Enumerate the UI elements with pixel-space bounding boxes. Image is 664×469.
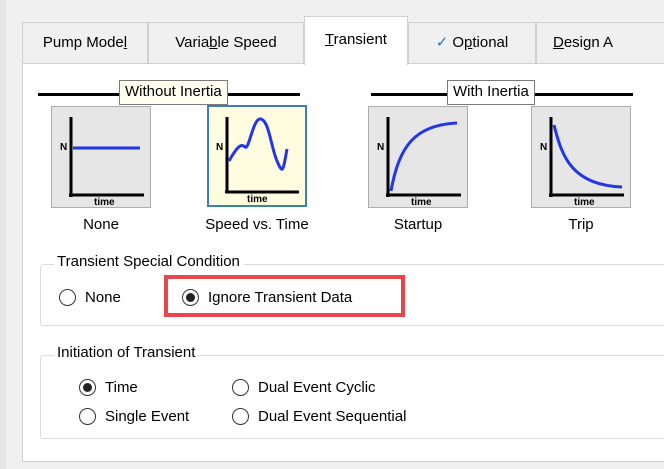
tab-variable-speed[interactable]: Variable Speed	[148, 22, 304, 63]
radio-unchecked-icon	[79, 407, 96, 425]
svg-text:N: N	[540, 142, 547, 153]
initiation-dual-event-cyclic-radio[interactable]: Dual Event Cyclic	[232, 376, 376, 398]
speed-vs-time-button[interactable]: N time	[207, 105, 307, 207]
radio-unchecked-icon	[232, 407, 249, 425]
svg-text:N: N	[60, 142, 67, 153]
with-inertia-label: With Inertia	[447, 80, 535, 105]
checkmark-icon: ✓	[435, 34, 449, 51]
trip-button[interactable]: N time	[531, 106, 631, 208]
tab-transient[interactable]: Transient	[304, 16, 408, 65]
radio-checked-icon	[182, 288, 199, 306]
startup-caption: Startup	[393, 216, 443, 233]
radio-unchecked-icon	[232, 378, 249, 396]
window-edge	[0, 0, 6, 469]
svg-text:time: time	[94, 197, 115, 208]
radio-unchecked-icon	[59, 288, 76, 306]
transient-tab-panel: Without Inertia With Inertia N time None…	[22, 63, 664, 462]
trip-caption: Trip	[568, 216, 594, 233]
flat-curve-icon: N time	[60, 117, 144, 208]
speed-vs-time-caption: Speed vs. Time	[205, 216, 309, 233]
ignore-transient-data-radio[interactable]: Ignore Transient Data	[182, 286, 352, 308]
special-condition-title: Transient Special Condition	[54, 253, 243, 270]
initiation-time-radio[interactable]: Time	[79, 376, 138, 398]
startup-button[interactable]: N time	[368, 106, 468, 208]
svg-text:time: time	[247, 194, 268, 205]
tab-design-alerts[interactable]: Design A	[536, 22, 664, 63]
svg-text:N: N	[216, 142, 223, 153]
initiation-dual-event-sequential-radio[interactable]: Dual Event Sequential	[232, 405, 406, 427]
initiation-single-event-radio[interactable]: Single Event	[79, 405, 189, 427]
without-inertia-label: Without Inertia	[119, 80, 228, 105]
rise-curve-icon: N time	[377, 117, 461, 208]
svg-text:time: time	[411, 197, 432, 208]
transient-none-caption: None	[83, 216, 119, 233]
special-none-radio[interactable]: None	[59, 286, 121, 308]
tab-pump-model[interactable]: Pump Model	[22, 22, 148, 63]
radio-checked-icon	[79, 378, 96, 396]
svg-text:time: time	[574, 197, 595, 208]
svg-text:N: N	[377, 142, 384, 153]
decay-curve-icon: N time	[540, 117, 624, 208]
tab-optional[interactable]: ✓ Optional	[408, 22, 536, 63]
initiation-title: Initiation of Transient	[54, 344, 199, 361]
transient-none-button[interactable]: N time	[51, 106, 151, 208]
tab-strip: Pump Model Variable Speed Transient ✓ Opt…	[22, 16, 664, 65]
wave-curve-icon: N time	[216, 117, 299, 205]
